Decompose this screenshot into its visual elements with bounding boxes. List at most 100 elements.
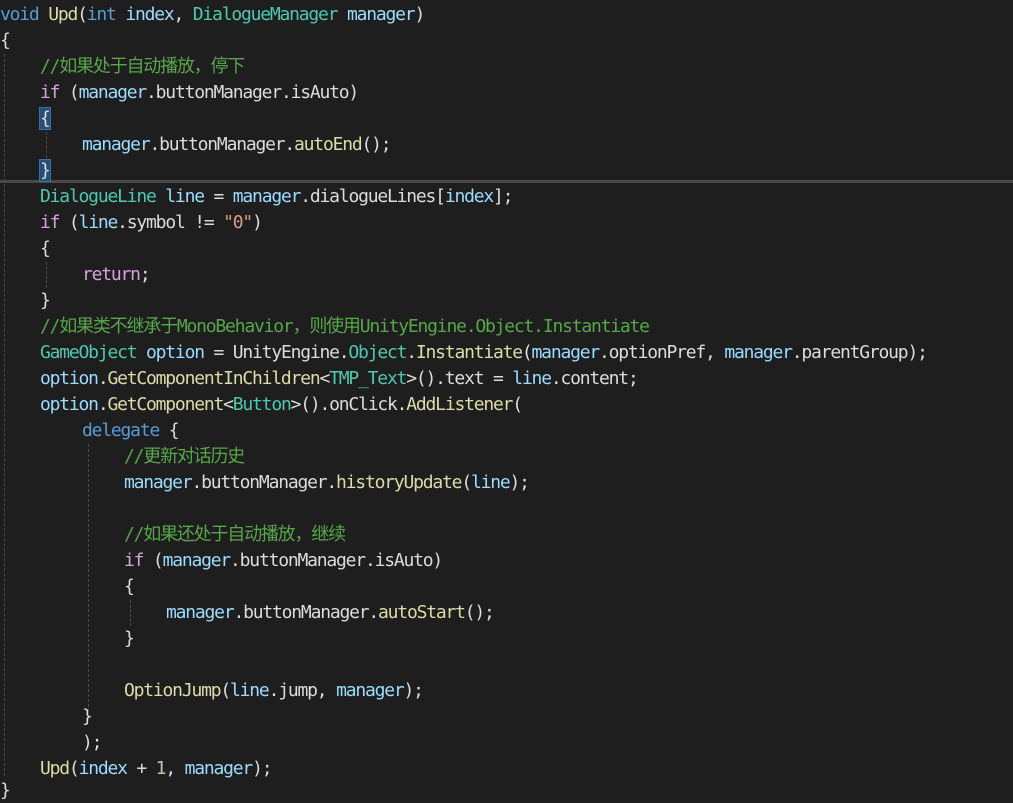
code-token: } — [40, 290, 51, 311]
code-token: optionPref — [608, 342, 707, 363]
code-token: ( — [59, 82, 80, 103]
code-token: . — [146, 82, 157, 103]
code-line[interactable]: { — [124, 574, 135, 600]
code-line[interactable]: //如果处于自动播放，停下 — [40, 54, 245, 80]
code-line[interactable]: Upd(index + 1, manager); — [40, 756, 273, 782]
code-token: "0" — [223, 212, 253, 233]
code-line[interactable]: manager.buttonManager.autoStart(); — [166, 600, 495, 626]
matched-brace: } — [39, 159, 51, 182]
code-token: buttonManager — [243, 602, 369, 623]
code-token: = — [483, 368, 513, 389]
code-token: manager — [78, 82, 148, 103]
code-token: //如果还处于自动播放，继续 — [124, 524, 346, 545]
code-token: parentGroup — [801, 342, 908, 363]
code-token: ]; — [493, 186, 513, 207]
code-line[interactable]: delegate { — [82, 418, 180, 444]
code-token: [ — [435, 186, 446, 207]
code-token: ); — [252, 758, 272, 779]
code-line[interactable]: } — [40, 288, 51, 314]
code-line[interactable]: } — [124, 626, 135, 652]
code-token: line — [512, 368, 552, 389]
code-token: , — [316, 680, 337, 701]
code-token: autoStart — [378, 602, 466, 623]
code-token: != — [184, 212, 224, 233]
code-token: . — [368, 602, 379, 623]
code-token: . — [791, 342, 803, 363]
code-line[interactable]: option.GetComponent<Button>().onClick.Ad… — [40, 392, 523, 418]
current-line-indicator — [0, 180, 1013, 183]
code-editor[interactable]: void Upd(int index, DialogueManager mana… — [0, 0, 1013, 803]
code-token: dialogueLines — [309, 186, 436, 207]
code-token: . — [233, 602, 244, 623]
code-token: AddListener — [406, 394, 513, 415]
code-line[interactable]: manager.buttonManager.autoEnd(); — [82, 132, 392, 158]
indent-guide — [88, 444, 89, 712]
code-token: . — [191, 472, 202, 493]
code-token: ( — [143, 550, 164, 571]
code-token: ( — [521, 342, 533, 363]
code-token: . — [117, 212, 128, 233]
code-line[interactable]: { — [40, 236, 51, 262]
code-line[interactable]: DialogueLine line = manager.dialogueLine… — [40, 184, 513, 210]
code-line[interactable]: if (manager.buttonManager.isAuto) — [40, 80, 359, 106]
code-token: isAuto — [290, 82, 350, 103]
code-line[interactable]: //如果类不继承于MonoBehavior，则使用UnityEngine.Obj… — [40, 314, 650, 340]
code-token: manager — [336, 680, 405, 701]
code-token: UnityEngine — [232, 342, 340, 363]
code-token: onClick — [329, 394, 398, 415]
code-token: isAuto — [374, 550, 434, 571]
code-token: content — [560, 368, 629, 389]
code-token: jump — [278, 680, 318, 701]
code-token: ( — [461, 472, 472, 493]
code-token: < — [223, 394, 234, 415]
code-line[interactable]: return; — [82, 262, 151, 288]
code-token: index — [125, 4, 174, 25]
code-token: Button — [232, 394, 292, 415]
code-token: ) — [414, 4, 425, 25]
code-token: //如果处于自动播放，停下 — [40, 56, 245, 77]
code-token: . — [599, 342, 610, 363]
code-token: ( — [77, 4, 88, 25]
code-token: ); — [403, 680, 424, 701]
indent-guide — [46, 262, 47, 288]
code-line[interactable]: //如果还处于自动播放，继续 — [124, 522, 346, 548]
code-line[interactable]: if (line.symbol != "0") — [40, 210, 263, 236]
code-line[interactable]: { — [39, 106, 51, 132]
code-token: if — [124, 550, 144, 571]
code-token: manager — [346, 4, 416, 25]
code-line[interactable]: } — [0, 778, 11, 803]
code-token: if — [40, 82, 60, 103]
code-token: . — [149, 134, 160, 155]
code-token: symbol — [126, 212, 186, 233]
code-line[interactable]: } — [82, 704, 93, 730]
code-line[interactable]: GameObject option = UnityEngine.Object.I… — [40, 340, 928, 366]
code-token: ); — [907, 342, 927, 363]
code-token: return — [82, 264, 141, 285]
code-line[interactable]: manager.buttonManager.historyUpdate(line… — [124, 470, 530, 496]
code-line[interactable]: ); — [82, 730, 102, 756]
code-token: >(). — [406, 368, 446, 389]
code-token: GetComponentInChildren — [107, 368, 320, 389]
code-line[interactable]: if (manager.buttonManager.isAuto) — [124, 548, 443, 574]
code-token: void — [0, 4, 49, 25]
code-token: { — [124, 576, 135, 597]
code-token: manager — [124, 472, 193, 493]
code-token: + — [126, 758, 156, 779]
code-token: line — [230, 680, 270, 701]
code-line[interactable]: void Upd(int index, DialogueManager mana… — [0, 2, 425, 28]
code-line[interactable]: { — [0, 28, 11, 54]
code-line[interactable]: OptionJump(line.jump, manager); — [124, 678, 424, 704]
code-token: Upd — [48, 4, 78, 25]
code-token: ; — [627, 368, 639, 389]
code-token: ) — [252, 212, 263, 233]
code-line[interactable]: option.GetComponentInChildren<TMP_Text>(… — [40, 366, 639, 392]
code-line[interactable]: } — [39, 158, 51, 184]
code-token: ) — [432, 550, 443, 571]
code-token: ); — [82, 732, 102, 753]
code-token: manager — [82, 134, 151, 155]
code-token: TMP_Text — [329, 368, 407, 389]
code-token: , — [173, 4, 193, 25]
code-line[interactable]: //更新对话历史 — [124, 444, 245, 470]
